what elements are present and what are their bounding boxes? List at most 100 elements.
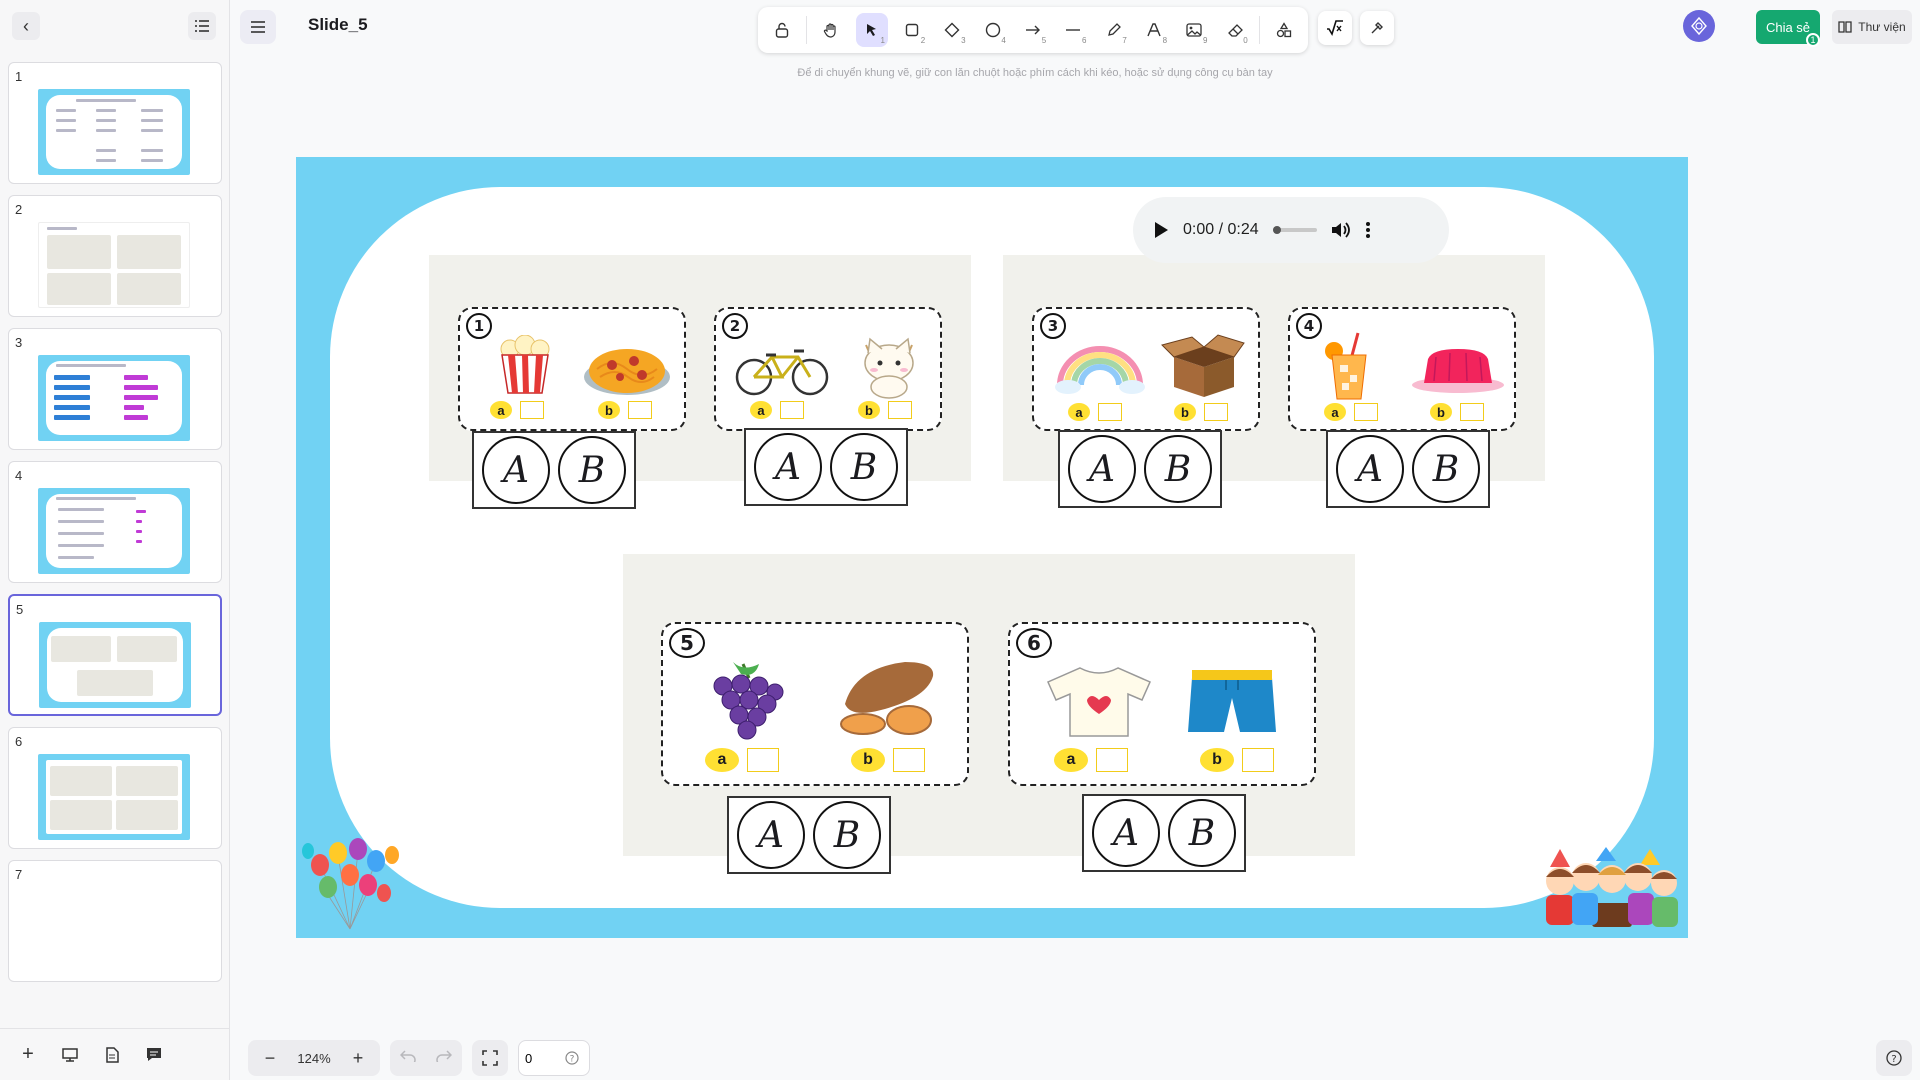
undo-button[interactable] [399, 1049, 416, 1067]
image-tool[interactable]: 9 [1178, 13, 1210, 47]
diamond-tool[interactable]: 3 [936, 13, 968, 47]
option-a-checkbox[interactable] [1096, 748, 1128, 772]
option-b-checkbox[interactable] [1204, 403, 1228, 421]
answer-b-circle[interactable]: B [830, 433, 898, 501]
arrow-tool[interactable]: 5 [1017, 13, 1049, 47]
share-count-badge: 1 [1806, 33, 1820, 47]
volume-icon[interactable] [1331, 221, 1351, 239]
answer-b-circle[interactable]: B [1144, 435, 1212, 503]
ellipse-tool[interactable]: 4 [977, 13, 1009, 47]
hand-tool[interactable] [815, 13, 847, 47]
option-a-checkbox[interactable] [747, 748, 779, 772]
option-b-checkbox[interactable] [1460, 403, 1484, 421]
pencil-tool[interactable]: 7 [1097, 13, 1129, 47]
slide-panel-actions: + [0, 1028, 230, 1080]
answer-a-circle[interactable]: A [1336, 435, 1404, 503]
slide-title: Slide_5 [308, 15, 368, 34]
shortcut-key: 1 [880, 36, 885, 45]
math-formula-button[interactable] [1318, 11, 1352, 45]
slide-thumbnail[interactable]: 3 [8, 328, 222, 450]
collaborator-icon [1691, 16, 1707, 36]
present-button[interactable] [56, 1041, 84, 1069]
play-icon[interactable] [1153, 221, 1169, 239]
redo-button[interactable] [436, 1049, 453, 1067]
comments-button[interactable] [140, 1041, 168, 1069]
answer-a-circle[interactable]: A [737, 801, 805, 869]
square-root-icon [1327, 20, 1343, 36]
answer-a-circle[interactable]: A [1068, 435, 1136, 503]
document-icon [106, 1046, 119, 1063]
zoom-in-button[interactable]: + [346, 1046, 370, 1070]
lock-tool[interactable] [766, 13, 798, 47]
slide-thumbnail-active[interactable]: 5 [8, 594, 222, 716]
page-number-input[interactable] [525, 1050, 565, 1066]
help-button[interactable]: ? [1876, 1040, 1912, 1076]
shortcut-key: 4 [1001, 36, 1006, 45]
zoom-level[interactable]: 124% [297, 1051, 330, 1066]
option-b: b [1200, 748, 1274, 772]
shortcut-key: 0 [1243, 36, 1248, 45]
fit-to-screen-button[interactable] [472, 1040, 508, 1076]
option-b: b [858, 401, 912, 419]
more-options-icon[interactable] [1365, 221, 1371, 239]
audio-time: 0:00 / 0:24 [1183, 221, 1259, 238]
slide-canvas[interactable]: 1 a b A B 2 a b A B 3 a b A B 4 a b A B … [296, 157, 1688, 938]
extra-shapes-tool[interactable] [1268, 13, 1300, 47]
question-number: 6 [1016, 628, 1052, 658]
slide-thumbnail[interactable]: 2 [8, 195, 222, 317]
audio-progress-slider[interactable] [1272, 226, 1317, 234]
question-card-2: 2 a b [714, 307, 942, 431]
question-card-1: 1 a b [458, 307, 686, 431]
slide-thumbnail[interactable]: 1 [8, 62, 222, 184]
answer-b-circle[interactable]: B [813, 801, 881, 869]
option-a-checkbox[interactable] [520, 401, 544, 419]
slide-thumbnail[interactable]: 7 [8, 860, 222, 982]
library-button[interactable]: Thư viện [1832, 10, 1912, 44]
option-a-checkbox[interactable] [1354, 403, 1378, 421]
main-menu-button[interactable] [240, 10, 276, 44]
question-card-3: 3 a b [1032, 307, 1260, 431]
option-a-checkbox[interactable] [780, 401, 804, 419]
text-tool[interactable]: 8 [1138, 13, 1170, 47]
zoom-controls: − 124% + [248, 1040, 380, 1076]
redo-icon [436, 1050, 453, 1066]
option-a: a [490, 401, 544, 419]
slide-number: 1 [15, 69, 23, 84]
option-b-checkbox[interactable] [1242, 748, 1274, 772]
option-b-badge: b [598, 401, 620, 419]
option-b-checkbox[interactable] [893, 748, 925, 772]
option-a: a [750, 401, 804, 419]
eraser-tool[interactable]: 0 [1218, 13, 1250, 47]
option-b-checkbox[interactable] [628, 401, 652, 419]
answer-b-circle[interactable]: B [1168, 799, 1236, 867]
add-slide-button[interactable]: + [14, 1041, 42, 1069]
answer-b-circle[interactable]: B [1412, 435, 1480, 503]
option-a-badge: a [750, 401, 772, 419]
collaborator-avatar[interactable] [1683, 10, 1715, 42]
rectangle-tool[interactable]: 2 [896, 13, 928, 47]
answer-choice-box: A B [1058, 430, 1222, 508]
notes-button[interactable] [98, 1041, 126, 1069]
slide-thumbnail[interactable]: 4 [8, 461, 222, 583]
option-a-checkbox[interactable] [1098, 403, 1122, 421]
line-tool[interactable]: 6 [1057, 13, 1089, 47]
circle-icon [985, 22, 1000, 38]
zoom-out-button[interactable]: − [258, 1046, 282, 1070]
option-a-badge: a [1324, 403, 1346, 421]
option-b-checkbox[interactable] [888, 401, 912, 419]
slide-thumbnail[interactable]: 6 [8, 727, 222, 849]
laser-pointer-button[interactable] [1360, 11, 1394, 45]
collapse-panel-button[interactable]: ‹ [12, 12, 40, 40]
rainbow-icon [1055, 346, 1145, 394]
answer-choice-box: A B [744, 428, 908, 506]
answer-a-circle[interactable]: A [1092, 799, 1160, 867]
answer-a-circle[interactable]: A [482, 436, 550, 504]
library-label: Thư viện [1858, 20, 1906, 34]
question-card-5: 5 a b [661, 622, 969, 786]
shortcut-key: 8 [1162, 36, 1168, 45]
slide-number: 2 [15, 202, 23, 217]
slide-outline-button[interactable] [188, 12, 216, 40]
selection-tool[interactable]: 1 [855, 13, 888, 47]
answer-a-circle[interactable]: A [754, 433, 822, 501]
answer-b-circle[interactable]: B [558, 436, 626, 504]
